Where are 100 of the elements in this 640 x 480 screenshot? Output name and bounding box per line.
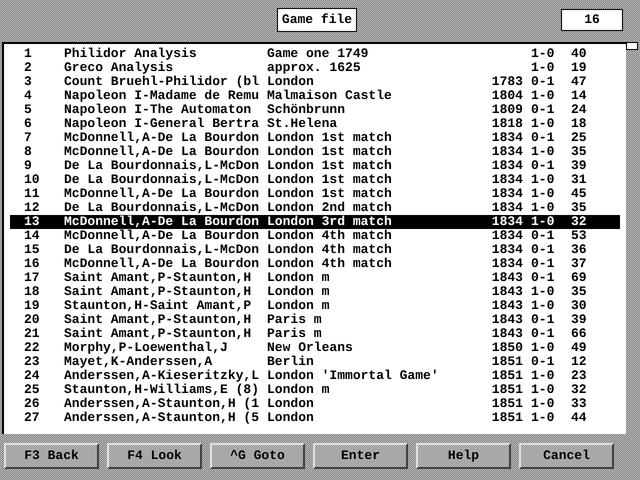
table-cell: London 2nd match [267,200,392,215]
table-cell: 23 [24,354,40,369]
game-row[interactable]: 22 Morphy,P-Loewenthal,J New Orleans 1850 1-0 49 [10,341,620,355]
table-cell: Napoleon I-General Bertra [64,116,260,131]
game-row[interactable]: 14 McDonnell,A-De La Bourdon London 4th match 1834 0-1 53 [10,229,620,243]
table-cell: 0-1 [531,242,554,257]
game-row[interactable]: 11 McDonnell,A-De La Bourdon London 1st match 1834 1-0 45 [10,187,620,201]
table-cell: 44 [571,410,587,425]
function-button[interactable]: F4 Look [107,443,202,469]
table-cell: 33 [571,396,587,411]
game-row[interactable]: 26 Anderssen,A-Staunton,H (1 London 1851 1-0 33 [10,397,620,411]
table-cell: London 4th match [267,242,392,257]
game-row[interactable]: 27 Anderssen,A-Staunton,H (5 London 1851 1-0 44 [10,411,620,425]
table-cell: 1-0 [531,116,554,131]
table-cell: 1851 [492,354,523,369]
table-cell: Morphy,P-Loewenthal,J [64,340,228,355]
table-cell: 1843 [492,270,523,285]
function-button[interactable]: Enter [313,443,408,469]
table-cell: 18 [24,284,40,299]
table-cell: 47 [571,74,587,89]
table-cell: 1 [24,46,32,61]
game-row[interactable]: 24 Anderssen,A-Kieseritzky,L London 'Immortal Game' 1851 1-0 23 [10,369,620,383]
table-cell: 1834 [492,144,523,159]
table-cell: London 1st match [267,158,392,173]
table-cell: 7 [24,130,32,145]
game-row[interactable]: 4 Napoleon I-Madame de Remu Malmaison Castle 1804 1-0 14 [10,89,620,103]
game-row[interactable]: 20 Saint Amant,P-Staunton,H Paris m 1843 0-1 39 [10,313,620,327]
table-cell: 1-0 [531,172,554,187]
table-cell: McDonnell,A-De La Bourdon [64,144,260,159]
table-cell: 1-0 [531,88,554,103]
table-cell: 40 [571,46,587,61]
game-row[interactable]: 8 McDonnell,A-De La Bourdon London 1st match 1834 1-0 35 [10,145,620,159]
table-cell: 1834 [492,242,523,257]
table-cell: McDonnell,A-De La Bourdon [64,186,260,201]
game-row[interactable]: 13 McDonnell,A-De La Bourdon London 3rd match 1834 1-0 32 [10,215,620,229]
table-cell: Paris m [267,312,322,327]
table-cell: 1834 [492,214,523,229]
table-cell: 39 [571,312,587,327]
table-cell: Napoleon I-Madame de Remu [64,88,260,103]
game-row[interactable]: 7 McDonnell,A-De La Bourdon London 1st match 1834 0-1 25 [10,131,620,145]
table-cell: Staunton,H-Saint Amant,P [64,298,252,313]
table-cell: 1809 [492,102,523,117]
table-cell: 25 [571,130,587,145]
table-cell: 1834 [492,172,523,187]
table-cell: 0-1 [531,74,554,89]
table-cell: London m [267,284,330,299]
table-cell: 49 [571,340,587,355]
table-cell: 4 [24,88,32,103]
table-cell: London 1st match [267,130,392,145]
table-cell: 66 [571,326,587,341]
game-row[interactable]: 3 Count Bruehl-Philidor (bl London 1783 0-1 47 [10,75,620,89]
table-cell: 19 [571,60,587,75]
game-row[interactable]: 6 Napoleon I-General Bertra St.Helena 1818 1-0 18 [10,117,620,131]
table-cell: London 4th match [267,256,392,271]
table-cell: Saint Amant,P-Staunton,H [64,270,252,285]
function-button[interactable]: Help [416,443,511,469]
table-cell: New Orleans [267,340,353,355]
table-cell: London 'Immortal Game' [267,368,439,383]
table-cell: Staunton,H-Williams,E (8) [64,382,260,397]
table-cell: Count Bruehl-Philidor (bl [64,74,260,89]
game-row[interactable]: 16 McDonnell,A-De La Bourdon London 4th match 1834 0-1 37 [10,257,620,271]
table-cell: 39 [571,158,587,173]
table-cell: 30 [571,298,587,313]
table-cell: 1-0 [531,340,554,355]
table-cell: 6 [24,116,32,131]
table-cell: 24 [571,102,587,117]
table-cell: 31 [571,172,587,187]
function-button[interactable]: Cancel [519,443,614,469]
game-row[interactable]: 2 Greco Analysis approx. 1625 1-0 19 [10,61,620,75]
game-row[interactable]: 18 Saint Amant,P-Staunton,H London m 1843 1-0 35 [10,285,620,299]
table-cell: 1-0 [531,186,554,201]
table-cell: London 1st match [267,186,392,201]
game-row[interactable]: 23 Mayet,K-Anderssen,A Berlin 1851 0-1 12 [10,355,620,369]
game-row[interactable]: 17 Saint Amant,P-Staunton,H London m 1843 0-1 69 [10,271,620,285]
table-cell: 1-0 [531,298,554,313]
table-cell: 1804 [492,88,523,103]
game-row[interactable]: 12 De La Bourdonnais,L-McDon London 2nd match 1834 1-0 35 [10,201,620,215]
game-row[interactable]: 19 Staunton,H-Saint Amant,P London m 1843 1-0 30 [10,299,620,313]
game-row[interactable]: 25 Staunton,H-Williams,E (8) London m 1851 1-0 32 [10,383,620,397]
game-row[interactable]: 15 De La Bourdonnais,L-McDon London 4th match 1834 0-1 36 [10,243,620,257]
game-row[interactable]: 10 De La Bourdonnais,L-McDon London 1st match 1834 1-0 31 [10,173,620,187]
table-cell: 25 [24,382,40,397]
table-cell: McDonnell,A-De La Bourdon [64,256,260,271]
table-cell: 13 [24,214,40,229]
table-cell: 14 [24,228,40,243]
table-cell: 0-1 [531,326,554,341]
table-cell: 35 [571,284,587,299]
game-row[interactable]: 21 Saint Amant,P-Staunton,H Paris m 1843 0-1 66 [10,327,620,341]
game-row[interactable]: 9 De La Bourdonnais,L-McDon London 1st match 1834 0-1 39 [10,159,620,173]
game-row[interactable]: 1 Philidor Analysis Game one 1749 1-0 40 [10,47,620,61]
window-title: Game file [277,8,357,32]
function-button[interactable]: F3 Back [4,443,99,469]
scroll-thumb[interactable] [626,42,638,50]
table-cell: London m [267,382,330,397]
game-row[interactable]: 5 Napoleon I-The Automaton Schönbrunn 1809 0-1 24 [10,103,620,117]
table-cell: 0-1 [531,270,554,285]
table-cell: 9 [24,158,32,173]
table-cell: Anderssen,A-Staunton,H (5 [64,410,260,425]
table-cell: De La Bourdonnais,L-McDon [64,172,260,187]
function-button[interactable]: ^G Goto [210,443,305,469]
